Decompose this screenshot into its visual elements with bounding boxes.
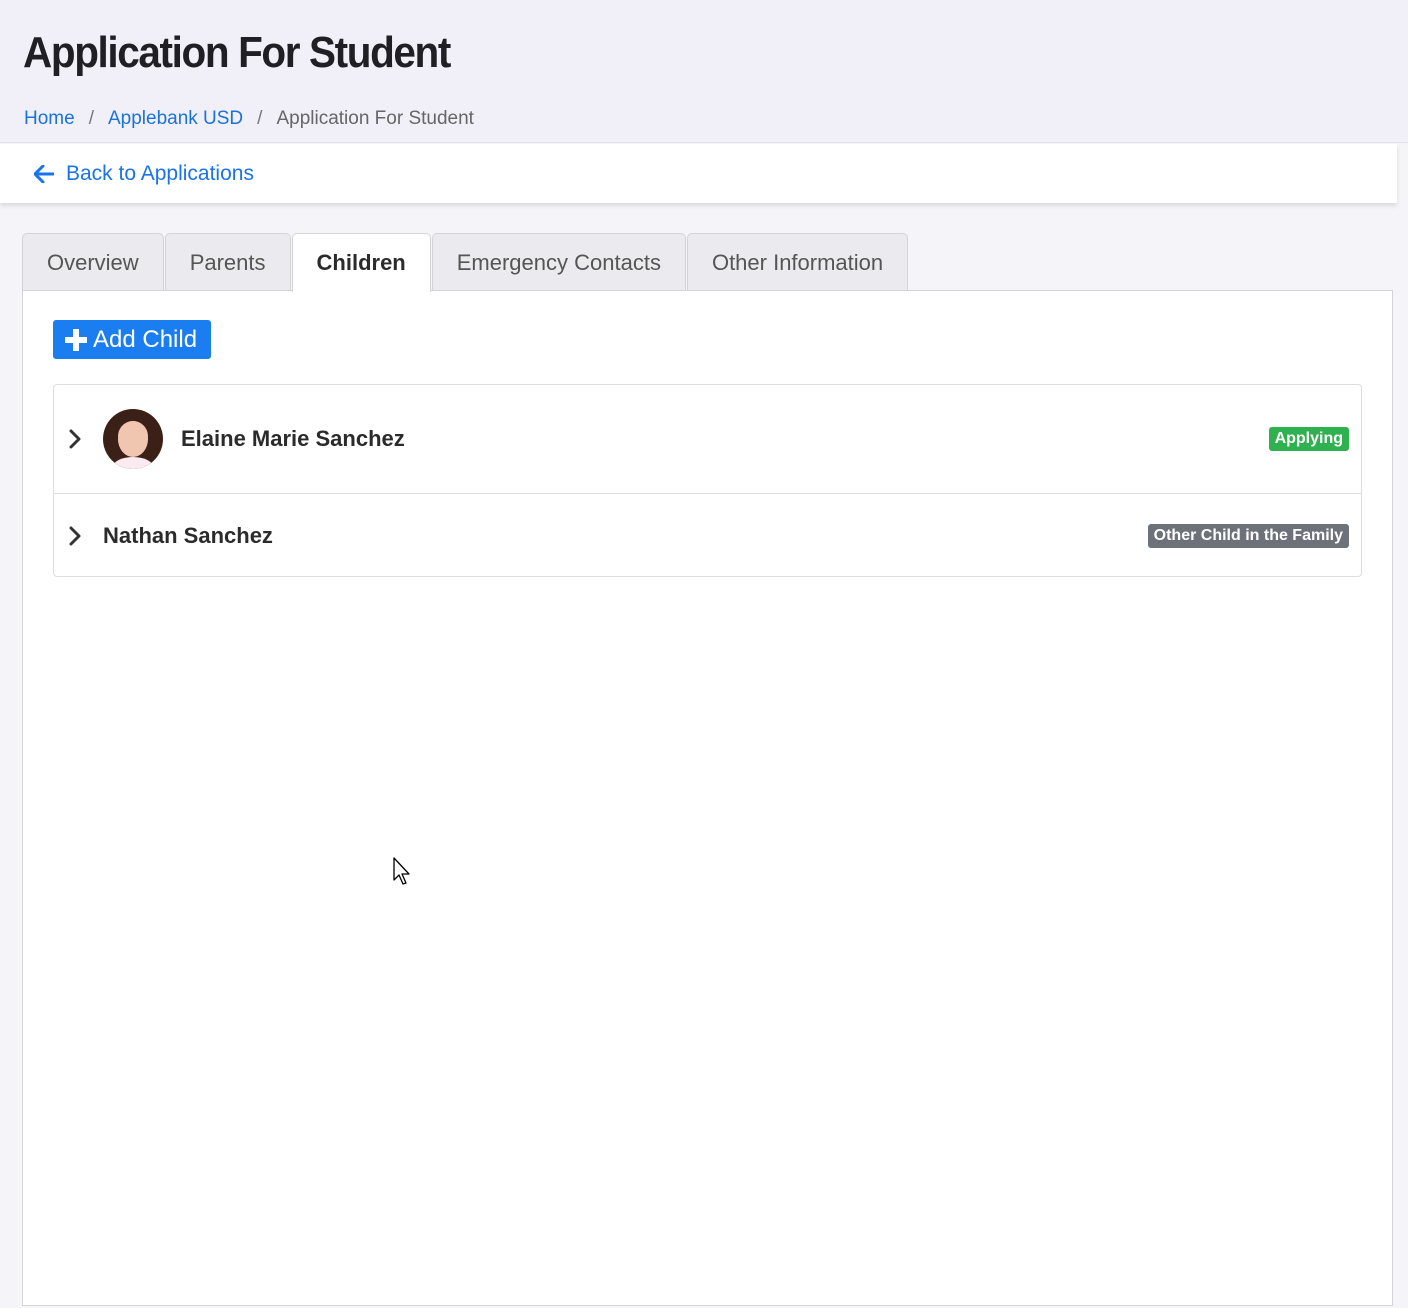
breadcrumb-separator: /	[257, 108, 263, 129]
breadcrumb-separator: /	[88, 108, 94, 129]
back-bar: Back to Applications	[0, 144, 1397, 203]
tab-overview[interactable]: Overview	[22, 233, 164, 291]
child-name: Nathan Sanchez	[103, 522, 273, 548]
status-badge: Other Child in the Family	[1147, 523, 1349, 548]
chevron-right-icon[interactable]	[67, 526, 83, 546]
back-to-applications-link[interactable]: Back to Applications	[34, 162, 254, 186]
tab-parents[interactable]: Parents	[164, 233, 291, 291]
tab-emergency-contacts[interactable]: Emergency Contacts	[431, 233, 686, 291]
tab-children[interactable]: Children	[291, 233, 431, 292]
breadcrumb-current: Application For Student	[276, 108, 474, 129]
page-header: Application For Student Home / Applebank…	[0, 0, 1408, 143]
breadcrumb: Home / Applebank USD / Application For S…	[24, 108, 474, 130]
child-row[interactable]: Nathan Sanchez Other Child in the Family	[54, 494, 1361, 577]
status-badge: Applying	[1268, 427, 1349, 451]
mouse-cursor-icon	[393, 857, 410, 885]
breadcrumb-home-link[interactable]: Home	[24, 108, 75, 130]
breadcrumb-district-link[interactable]: Applebank USD	[108, 108, 243, 130]
children-list: Elaine Marie Sanchez Applying Nathan San…	[53, 384, 1362, 577]
plus-icon	[65, 328, 87, 351]
tab-bar: Overview Parents Children Emergency Cont…	[22, 233, 909, 292]
add-child-button[interactable]: Add Child	[53, 320, 211, 359]
avatar	[103, 409, 163, 469]
tab-other-information[interactable]: Other Information	[686, 233, 909, 291]
arrow-left-icon	[34, 164, 54, 183]
add-child-label: Add Child	[93, 325, 198, 353]
child-name: Elaine Marie Sanchez	[181, 426, 405, 451]
child-row[interactable]: Elaine Marie Sanchez Applying	[54, 385, 1361, 494]
back-link-label: Back to Applications	[66, 161, 254, 185]
page-title: Application For Student	[23, 28, 451, 77]
chevron-right-icon[interactable]	[67, 429, 83, 449]
children-panel: Add Child Elaine Marie Sanchez Applying …	[22, 290, 1393, 1306]
